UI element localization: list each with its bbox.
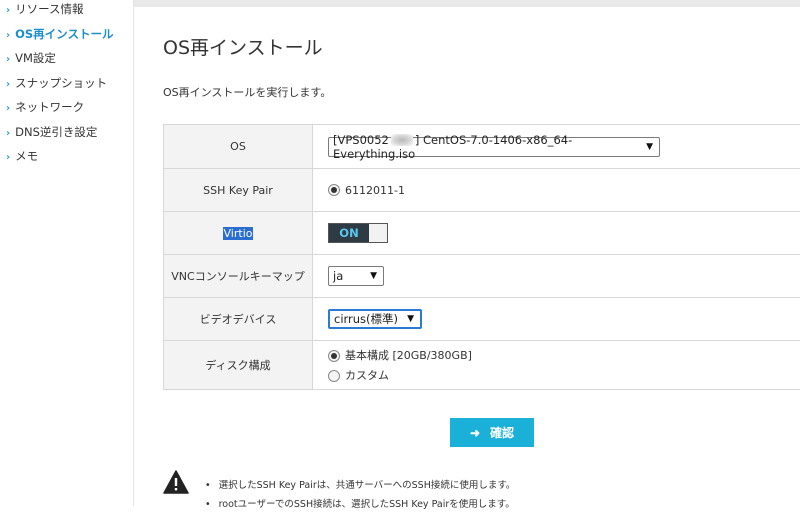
disk-basic-radio[interactable]: [328, 350, 340, 362]
confirm-button-label: 確認: [490, 426, 515, 440]
chevron-right-icon: ›: [6, 79, 11, 90]
sidebar-item-network[interactable]: › ネットワーク: [6, 99, 84, 115]
sidebar-item-dns-reverse[interactable]: › DNS逆引き設定: [6, 124, 97, 140]
disk-label: ディスク構成: [163, 341, 313, 389]
disk-custom-label: カスタム: [345, 369, 389, 382]
ssh-key-radio[interactable]: [328, 184, 340, 196]
chevron-right-icon: ›: [6, 103, 11, 114]
os-value-prefix: [VPS0052: [333, 132, 389, 147]
video-device-value: cirrus(標準): [334, 312, 399, 326]
virtio-label: Virtio: [222, 226, 254, 240]
disk-value-cell: 基本構成 [20GB/380GB] カスタム: [328, 341, 472, 389]
dropdown-arrow-icon: ▼: [646, 141, 653, 152]
disk-custom-radio[interactable]: [328, 370, 340, 382]
video-device-select[interactable]: cirrus(標準) ▼: [328, 309, 422, 329]
page-lead: OS再インストールを実行します。: [163, 86, 332, 99]
virtio-toggle-knob: [369, 224, 387, 242]
redacted-blur: [390, 134, 413, 146]
sidebar-item-label: スナップショット: [15, 76, 108, 90]
confirm-button[interactable]: ➜ 確認: [450, 418, 534, 447]
note-item: • rootユーザーでのSSH接続は、選択したSSH Key Pairを使用します…: [205, 495, 515, 514]
vnc-keymap-value-cell: ja ▼: [328, 255, 384, 297]
virtio-toggle[interactable]: ON: [328, 223, 388, 243]
page-title: OS再インストール: [163, 37, 323, 59]
sidebar-item-label: VM設定: [15, 51, 56, 65]
sidebar-item-memo[interactable]: › メモ: [6, 148, 38, 164]
bullet: •: [205, 499, 211, 510]
form-row-vnc-keymap: VNCコンソールキーマップ ja ▼: [163, 255, 800, 298]
virtio-label-cell: Virtio: [163, 212, 313, 254]
chevron-right-icon: ›: [6, 54, 11, 65]
os-label: OS: [163, 125, 313, 168]
os-select[interactable]: [VPS0052] CentOS-7.0-1406-x86_64-Everyth…: [328, 133, 660, 161]
bullet: •: [205, 480, 211, 491]
form-row-ssh-key: SSH Key Pair 6112011-1: [163, 169, 800, 212]
chevron-right-icon: ›: [6, 128, 11, 139]
chevron-right-icon: ›: [6, 30, 11, 41]
video-device-value-cell: cirrus(標準) ▼: [328, 298, 422, 340]
form-row-os: OS [VPS0052] CentOS-7.0-1406-x86_64-Ever…: [163, 125, 800, 169]
form-row-disk: ディスク構成 基本構成 [20GB/380GB] カスタム: [163, 341, 800, 390]
form-row-virtio: Virtio ON: [163, 212, 800, 255]
chevron-right-icon: ›: [6, 152, 11, 163]
ssh-key-option-label: 6112011-1: [345, 183, 405, 197]
virtio-toggle-state: ON: [329, 224, 369, 242]
top-strip: [134, 0, 800, 7]
disk-option-custom[interactable]: カスタム: [328, 367, 389, 383]
virtio-value-cell: ON: [328, 212, 388, 254]
disk-option-basic[interactable]: 基本構成 [20GB/380GB]: [328, 347, 472, 363]
sidebar-item-label: ネットワーク: [15, 100, 85, 114]
dropdown-arrow-icon: ▼: [370, 271, 377, 281]
reinstall-form: OS [VPS0052] CentOS-7.0-1406-x86_64-Ever…: [163, 124, 800, 390]
dropdown-arrow-icon: ▼: [407, 314, 414, 324]
sidebar-item-snapshot[interactable]: › スナップショット: [6, 75, 107, 91]
warning-icon: [163, 470, 189, 494]
vnc-keymap-value: ja: [333, 269, 344, 283]
sidebar-item-label: リソース情報: [15, 2, 84, 16]
note-text: rootユーザーでのSSH接続は、選択したSSH Key Pairを使用します。: [218, 499, 515, 510]
sidebar-item-vm-settings[interactable]: › VM設定: [6, 50, 56, 66]
form-row-video-device: ビデオデバイス cirrus(標準) ▼: [163, 298, 800, 341]
disk-basic-label: 基本構成 [20GB/380GB]: [345, 349, 472, 362]
ssh-key-label: SSH Key Pair: [163, 169, 313, 211]
os-select-text: [VPS0052] CentOS-7.0-1406-x86_64-Everyth…: [333, 133, 638, 161]
note-item: • 選択したSSH Key Pairは、共通サーバーへのSSH接続に使用します。: [205, 476, 515, 495]
sidebar: › リソース情報 › OS再インストール › VM設定 › スナップショット › ネットワ…: [0, 0, 134, 506]
sidebar-item-label: メモ: [15, 149, 39, 163]
arrow-right-icon: ➜: [469, 425, 481, 440]
sidebar-item-resource-info[interactable]: › リソース情報: [6, 1, 84, 17]
os-value-cell: [VPS0052] CentOS-7.0-1406-x86_64-Everyth…: [328, 125, 660, 168]
ssh-key-value-cell: 6112011-1: [328, 169, 405, 211]
vnc-keymap-label: VNCコンソールキーマップ: [163, 255, 313, 297]
sidebar-item-label: OS再インストール: [15, 27, 114, 41]
vnc-keymap-select[interactable]: ja ▼: [328, 266, 384, 286]
chevron-right-icon: ›: [6, 5, 11, 16]
sidebar-item-os-reinstall[interactable]: › OS再インストール: [6, 26, 113, 42]
note-text: 選択したSSH Key Pairは、共通サーバーへのSSH接続に使用します。: [218, 480, 516, 491]
notes-list: • 選択したSSH Key Pairは、共通サーバーへのSSH接続に使用します。 …: [205, 476, 515, 514]
video-device-label: ビデオデバイス: [163, 298, 313, 340]
sidebar-item-label: DNS逆引き設定: [15, 125, 98, 139]
